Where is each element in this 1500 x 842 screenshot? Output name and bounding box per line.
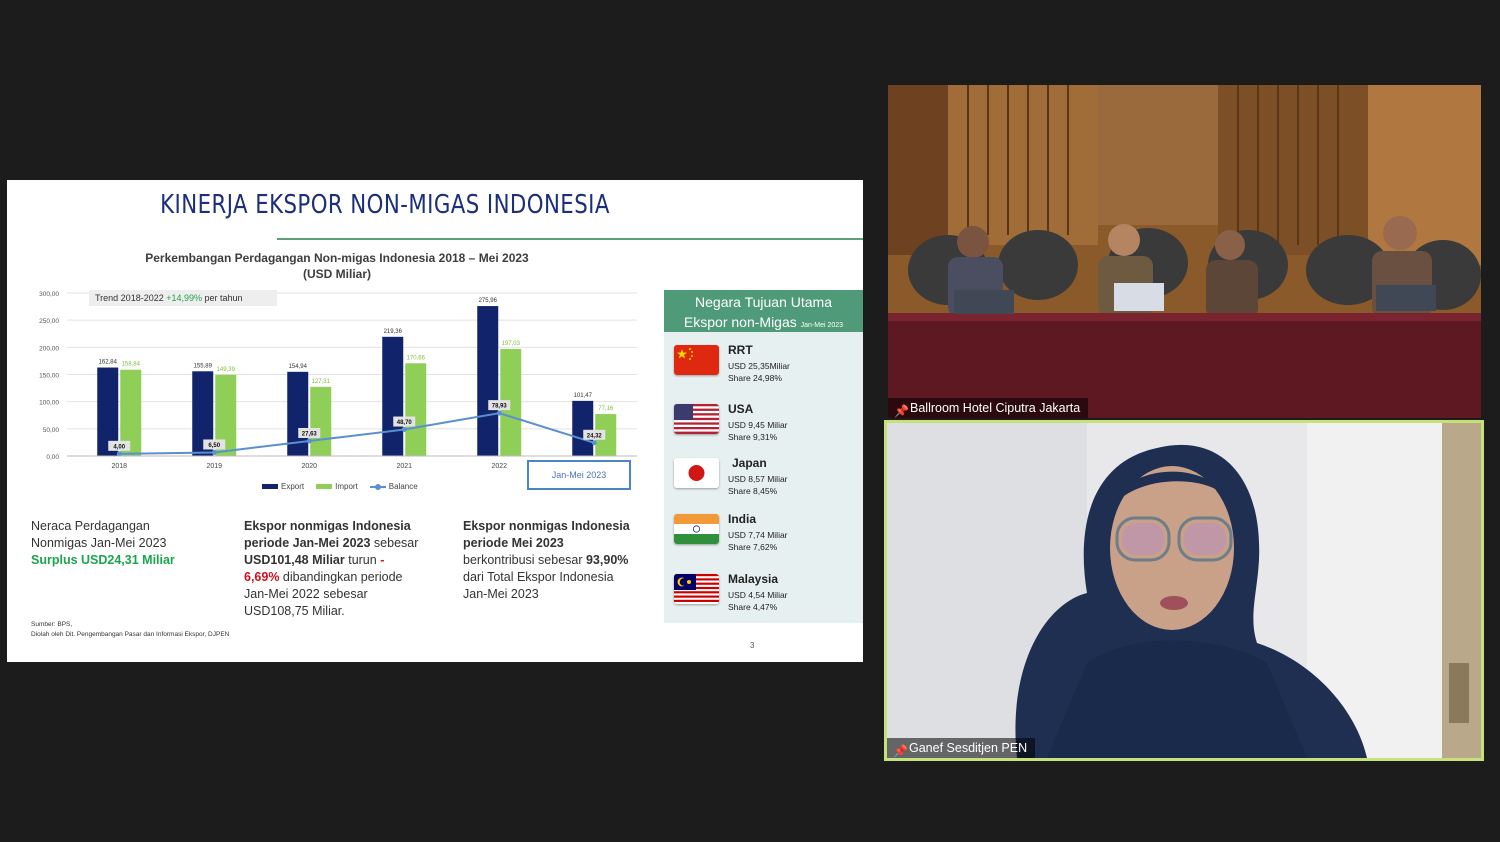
page-number: 3 — [750, 641, 755, 650]
export-data-label: 162,84 — [99, 360, 118, 366]
country-japan: Japan USD 8,57 Miliar Share 8,45% — [664, 456, 863, 508]
summary-export-jan-mei: Ekspor nonmigas Indonesia periode Jan-Me… — [244, 519, 419, 618]
china-flag-icon — [674, 345, 719, 375]
legend-import: Import — [316, 482, 358, 491]
bar-import — [310, 386, 332, 456]
balance-point — [496, 410, 502, 416]
usa-flag-icon — [674, 404, 719, 434]
trend-annotation: Trend 2018-2022 +14,99% per tahun — [89, 290, 277, 306]
export-data-label: 155,89 — [194, 363, 213, 369]
legend-balance: Balance — [369, 482, 418, 491]
destination-panel: Negara Tujuan Utama Ekspor non-Migas Jan… — [664, 290, 863, 623]
x-tick-label: 2021 — [396, 463, 412, 470]
trade-chart: 0,00 50,00 100,00 150,00 200,00 250,00 300,00 1… — [39, 291, 637, 470]
x-tick-label: 2022 — [491, 463, 507, 470]
speaker-video-feed — [887, 423, 1481, 758]
participant-label-speaker: 📌 Ganef Sesditjen PEN — [887, 738, 1036, 758]
import-data-label: 197,03 — [502, 341, 521, 347]
import-data-label: 127,31 — [312, 379, 331, 385]
trend-label: Trend 2018-2022 — [95, 293, 164, 303]
chart-title-line1: Perkembangan Perdagangan Non-migas Indon… — [145, 251, 529, 265]
trend-value: +14,99% — [166, 293, 203, 303]
balance-point — [401, 427, 407, 433]
destination-panel-title: Negara Tujuan Utama Ekspor non-Migas Jan… — [664, 290, 863, 332]
slide-title: KINERJA EKSPOR NON-MIGAS INDONESIA — [160, 190, 610, 220]
balance-data-label: 24,32 — [587, 433, 603, 439]
balance-line — [119, 412, 595, 455]
chart-title: Perkembangan Perdagangan Non-migas Indon… — [7, 250, 667, 282]
import-data-label: 158,84 — [122, 362, 141, 368]
country-usa: USA USD 9,45 Miliar Share 9,31% — [664, 402, 863, 454]
pin-icon: 📌 — [893, 744, 908, 758]
export-data-label: 275,96 — [479, 298, 498, 304]
x-tick-label: 2020 — [301, 463, 317, 470]
import-data-label: 149,39 — [217, 367, 236, 373]
y-tick-label: 50,00 — [43, 427, 60, 434]
balance-data-label: 27,63 — [302, 431, 318, 437]
balance-data-label: 4,00 — [113, 444, 125, 450]
y-tick-label: 100,00 — [39, 400, 59, 407]
country-india: India USD 7,74 Miliar Share 7,62% — [664, 512, 863, 564]
export-data-label: 101,47 — [574, 393, 593, 399]
bar-export — [477, 306, 499, 456]
y-tick-label: 250,00 — [39, 318, 59, 325]
summary-export-mei: Ekspor nonmigas Indonesia periode Mei 20… — [463, 519, 630, 601]
participant-label-ballroom: 📌 Ballroom Hotel Ciputra Jakarta — [888, 398, 1089, 418]
country-malaysia: Malaysia USD 4,54 Miliar Share 4,47% — [664, 572, 863, 624]
malaysia-flag-icon — [674, 574, 719, 604]
x-tick-label: 2018 — [111, 463, 127, 470]
balance-point — [306, 438, 312, 444]
summary-balance: Neraca Perdagangan Nonmigas Jan-Mei 2023… — [31, 519, 175, 567]
video-tile-ballroom[interactable]: 📌 Ballroom Hotel Ciputra Jakarta — [888, 85, 1481, 418]
trend-suffix: per tahun — [204, 293, 243, 303]
export-data-label: 154,94 — [289, 364, 308, 370]
balance-data-label: 78,93 — [492, 404, 508, 410]
bar-export — [572, 400, 594, 456]
y-tick-label: 300,00 — [39, 291, 59, 298]
export-data-label: 219,36 — [384, 329, 403, 335]
country-rrt: RRT USD 25,35Miliar Share 24,98% — [664, 343, 863, 395]
y-tick-label: 150,00 — [39, 373, 59, 380]
jan-mei-callout: Jan-Mei 2023 — [527, 460, 631, 490]
y-tick-label: 200,00 — [39, 345, 59, 352]
video-tile-active-speaker[interactable]: 📌 Ganef Sesditjen PEN — [884, 420, 1484, 761]
bar-import — [405, 363, 427, 456]
pin-icon: 📌 — [894, 404, 909, 418]
balance-data-label: 6,50 — [208, 443, 220, 449]
import-data-label: 77,16 — [598, 406, 614, 412]
title-divider — [277, 238, 863, 240]
chart-legend: Export Import Balance — [262, 482, 418, 491]
source-note: Sumber: BPS, Diolah oleh Dit. Pengembang… — [31, 621, 230, 638]
import-data-label: 170,66 — [407, 355, 426, 361]
y-tick-label: 0,00 — [46, 454, 59, 461]
balance-point — [211, 449, 217, 455]
japan-flag-icon — [674, 458, 719, 488]
ballroom-video-feed — [888, 85, 1481, 418]
legend-export: Export — [262, 482, 304, 491]
bar-export — [382, 336, 404, 456]
shared-slide: KINERJA EKSPOR NON-MIGAS INDONESIA Perke… — [7, 180, 863, 662]
balance-data-label: 48,70 — [397, 420, 413, 426]
x-tick-label: 2019 — [206, 463, 222, 470]
balance-point — [591, 440, 597, 446]
india-flag-icon — [674, 514, 719, 544]
